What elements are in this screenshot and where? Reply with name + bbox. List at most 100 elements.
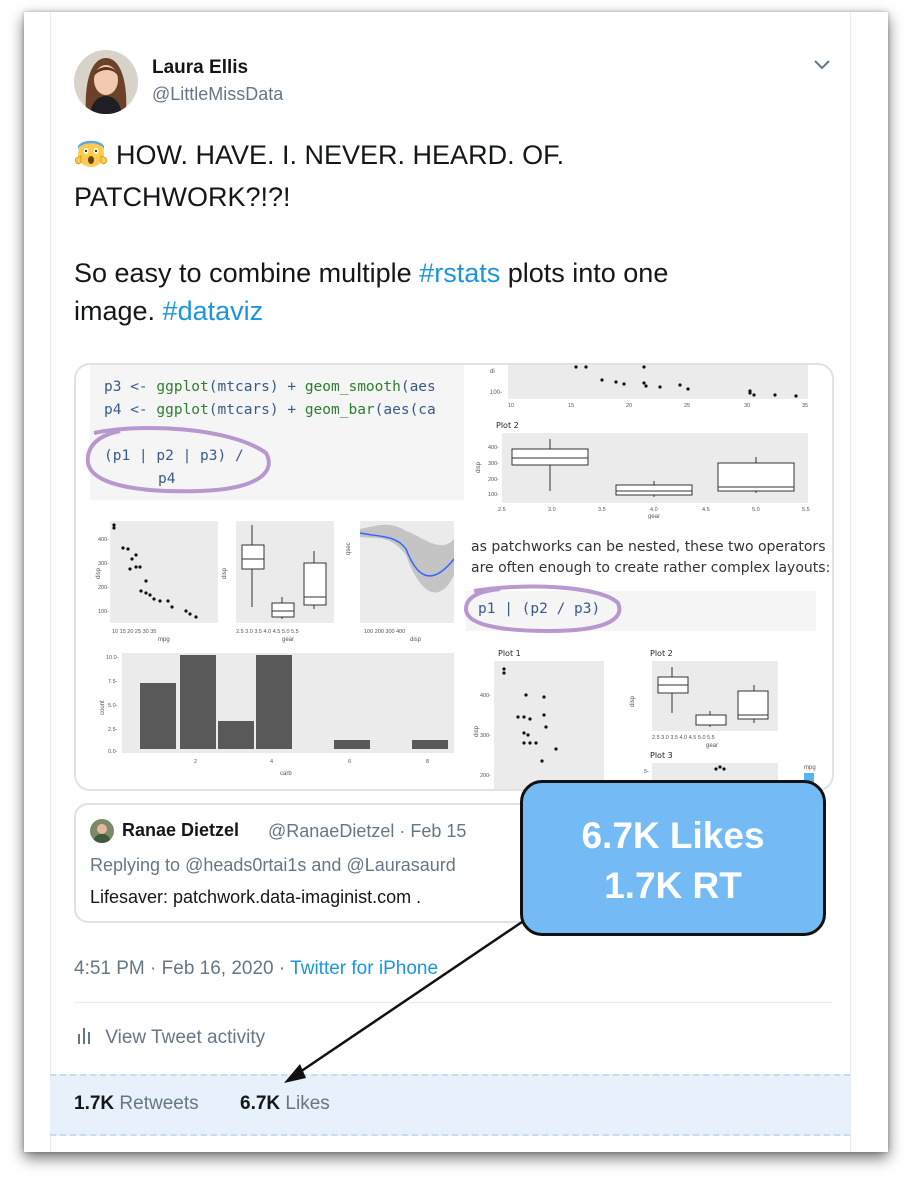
callout-likes: 6.7K Likes xyxy=(581,815,765,856)
code-line-p4: p4 <- ggplot(mtcars) + geom_bar(aes(ca xyxy=(104,402,436,418)
svg-text:5-: 5- xyxy=(644,769,649,775)
svg-text:2.5-: 2.5- xyxy=(108,727,118,733)
tweet-source-link[interactable]: Twitter for iPhone xyxy=(290,958,438,979)
svg-text:0.0-: 0.0- xyxy=(108,749,118,755)
svg-text:2.5 3.0 3.5 4.0 4.5 5.0 5.5: 2.5 3.0 3.5 4.0 4.5 5.0 5.5 xyxy=(652,735,715,741)
svg-text:di: di xyxy=(490,369,495,375)
svg-text:4.5: 4.5 xyxy=(702,507,710,513)
svg-text:disp: disp xyxy=(410,637,422,643)
svg-text:8: 8 xyxy=(426,759,429,765)
svg-text:count: count xyxy=(100,700,106,715)
svg-text:3.5: 3.5 xyxy=(598,507,606,513)
svg-text:6: 6 xyxy=(348,759,351,765)
svg-text:5.5: 5.5 xyxy=(802,507,810,513)
svg-text:200-: 200- xyxy=(488,477,499,483)
svg-text:300-: 300- xyxy=(98,561,109,567)
svg-text:disp: disp xyxy=(630,695,636,707)
quoted-display-name[interactable]: Ranae Dietzel xyxy=(122,820,239,841)
patchwork-description: as patchworks can be nested, these two o… xyxy=(471,537,831,579)
svg-text:200-: 200- xyxy=(98,585,109,591)
svg-text:2: 2 xyxy=(194,759,197,765)
svg-text:100-: 100- xyxy=(488,492,499,498)
avatar[interactable] xyxy=(74,50,138,114)
tweet-timestamp: 4:51 PM · Feb 16, 2020 · Twitter for iPh… xyxy=(74,958,438,980)
svg-text:disp: disp xyxy=(96,567,102,579)
svg-text:200-: 200- xyxy=(480,773,491,779)
tweet-line-3-tail: plots into one xyxy=(500,258,669,288)
stats-callout: 6.7K Likes 1.7K RT xyxy=(520,780,826,936)
svg-text:300-: 300- xyxy=(480,733,491,739)
retweets-stat[interactable]: 1.7K Retweets xyxy=(74,1093,199,1115)
svg-text:5.0: 5.0 xyxy=(752,507,760,513)
quoted-avatar[interactable] xyxy=(90,819,114,843)
retweets-count: 1.7K xyxy=(74,1093,115,1114)
timestamp-text: 4:51 PM · Feb 16, 2020 · xyxy=(74,958,291,979)
quoted-text: Lifesaver: patchwork.data-imaginist.com … xyxy=(90,887,422,907)
quoted-handle-date[interactable]: @RanaeDietzel · Feb 15 xyxy=(268,821,466,842)
svg-text:400-: 400- xyxy=(488,445,499,451)
svg-text:qsec: qsec xyxy=(346,542,352,555)
svg-text:300-: 300- xyxy=(488,461,499,467)
highlight-circle-1 xyxy=(85,426,271,494)
patchwork-row-1: disp 400- 300- 200- 100- 10 15 20 25 30 35… xyxy=(96,521,454,643)
user-handle[interactable]: @LittleMissData xyxy=(152,84,283,105)
tweet-line-2: PATCHWORK?!?! xyxy=(74,182,291,212)
svg-text:gear: gear xyxy=(282,637,294,643)
svg-text:35: 35 xyxy=(802,403,808,409)
likes-stat[interactable]: 6.7K Likes xyxy=(240,1093,330,1115)
svg-text:10 15 20 25 30 35: 10 15 20 25 30 35 xyxy=(112,629,156,635)
svg-text:400-: 400- xyxy=(480,693,491,699)
callout-rt: 1.7K RT xyxy=(604,865,742,906)
reply-prefix: Replying to xyxy=(90,855,186,875)
tweet-image[interactable]: p3 <- ggplot(mtcars) + geom_smooth(aes p… xyxy=(74,363,834,791)
axis-gear-label: gear xyxy=(648,514,660,519)
svg-text:10.0-: 10.0- xyxy=(106,655,119,661)
code-line-p3: p3 <- ggplot(mtcars) + geom_smooth(aes xyxy=(104,379,436,395)
svg-text:2.5: 2.5 xyxy=(498,507,506,513)
tweet-line-4-text: image. xyxy=(74,296,163,326)
svg-text:mpg: mpg xyxy=(158,637,170,643)
card-border-right xyxy=(850,12,851,1152)
tweet-line-1: HOW. HAVE. I. NEVER. HEARD. OF. xyxy=(116,140,565,170)
view-tweet-activity[interactable]: View Tweet activity xyxy=(76,1026,265,1050)
plot-3-title-nested: Plot 3 xyxy=(650,751,673,760)
plot-2-boxplot: disp 400- 300- 200- 100- 2.5 3.0 3.5 4.0 4.5… xyxy=(476,433,810,519)
nested-plot-2: disp 2.5 3.0 3.5 4.0 4.5 5.0 5.5 gear xyxy=(630,661,778,749)
quoted-tweet[interactable]: Ranae Dietzel @RanaeDietzel · Feb 15 Rep… xyxy=(74,803,578,923)
hashtag-dataviz[interactable]: #dataviz xyxy=(163,296,264,326)
bar-chart-icon xyxy=(76,1028,97,1049)
activity-label: View Tweet activity xyxy=(105,1027,266,1048)
prose-line-2: are often enough to create rather comple… xyxy=(471,560,831,576)
screaming-face-emoji-icon xyxy=(74,138,108,178)
svg-text:100-: 100- xyxy=(490,390,502,396)
nested-plot-1: disp 400-300-200- xyxy=(474,661,604,789)
svg-text:disp: disp xyxy=(476,461,482,473)
display-name[interactable]: Laura Ellis xyxy=(152,57,248,79)
retweets-label: Retweets xyxy=(119,1093,199,1114)
svg-text:3.0: 3.0 xyxy=(548,507,556,513)
svg-text:400-: 400- xyxy=(98,537,109,543)
svg-text:5.0-: 5.0- xyxy=(108,703,118,709)
svg-text:4.0: 4.0 xyxy=(650,507,658,513)
reply-mentions[interactable]: @heads0rtai1s and @Laurasaurd xyxy=(185,855,456,875)
svg-text:100-: 100- xyxy=(98,609,109,615)
tweet-text: HOW. HAVE. I. NEVER. HEARD. OF. PATCHWOR… xyxy=(74,136,814,330)
svg-text:20: 20 xyxy=(626,403,632,409)
svg-text:2.5 3.0 3.5 4.0 4.5 5.0 5.5: 2.5 3.0 3.5 4.0 4.5 5.0 5.5 xyxy=(236,629,299,635)
partial-scatter-plot: di 100- 10 15 20 25 30 35 xyxy=(490,365,808,409)
svg-text:disp: disp xyxy=(222,567,228,579)
highlight-circle-2 xyxy=(463,584,622,634)
likes-count: 6.7K xyxy=(240,1093,281,1114)
svg-text:7.5-: 7.5- xyxy=(108,679,118,685)
hashtag-rstats[interactable]: #rstats xyxy=(419,258,500,288)
svg-text:30: 30 xyxy=(744,403,750,409)
divider xyxy=(74,1002,832,1003)
svg-text:25: 25 xyxy=(684,403,690,409)
chevron-down-icon[interactable] xyxy=(812,58,832,77)
likes-label: Likes xyxy=(285,1093,330,1114)
tweet-line-3-text: So easy to combine multiple xyxy=(74,258,420,288)
quoted-reply-line: Replying to @heads0rtai1s and @Laurasaur… xyxy=(90,855,456,876)
svg-text:mpg: mpg xyxy=(804,765,816,771)
svg-text:10: 10 xyxy=(508,403,514,409)
card-border-left xyxy=(50,12,51,1152)
